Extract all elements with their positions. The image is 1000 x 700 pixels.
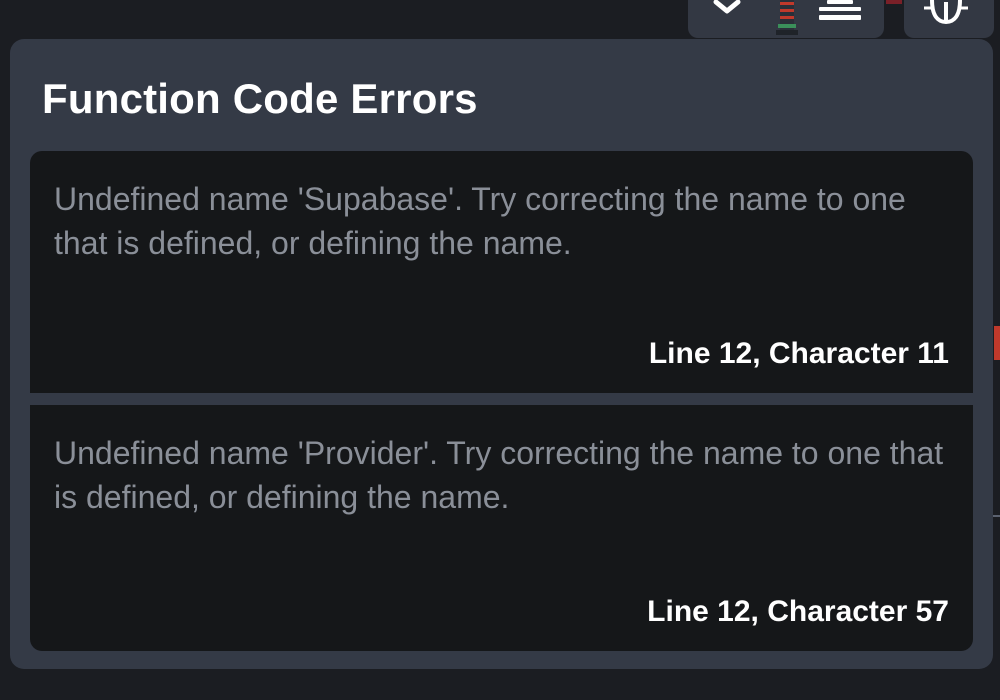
panel-title: Function Code Errors xyxy=(42,75,478,122)
error-list: Undefined name 'Supabase'. Try correctin… xyxy=(30,151,973,651)
bug-icon[interactable] xyxy=(922,0,970,26)
tower-icon[interactable] xyxy=(774,0,800,38)
toolbar-accent-strip xyxy=(886,0,902,4)
error-message: Undefined name 'Provider'. Try correctin… xyxy=(54,435,944,515)
chevron-down-icon[interactable] xyxy=(712,0,742,16)
error-location: Line 12, Character 57 xyxy=(647,595,949,628)
scrollbar-tick xyxy=(992,515,1000,517)
error-location: Line 12, Character 11 xyxy=(648,337,949,370)
error-message: Undefined name 'Supabase'. Try correctin… xyxy=(54,181,906,261)
error-item[interactable]: Undefined name 'Provider'. Try correctin… xyxy=(30,405,973,651)
function-code-errors-panel: Function Code Errors Undefined name 'Sup… xyxy=(10,39,993,669)
error-item[interactable]: Undefined name 'Supabase'. Try correctin… xyxy=(30,151,973,393)
editor-background: Function Code Errors Undefined name 'Sup… xyxy=(0,0,1000,700)
scrollbar-error-marker xyxy=(994,326,1000,360)
align-icon[interactable] xyxy=(817,0,863,22)
